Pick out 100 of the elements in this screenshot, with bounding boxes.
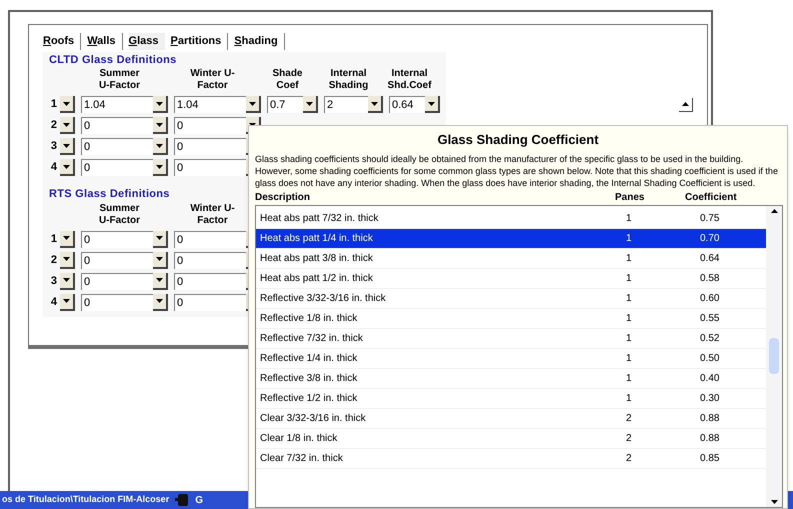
dropdown-button[interactable]	[60, 138, 75, 155]
combo-field[interactable]: 1.04	[174, 96, 246, 113]
combo-field[interactable]: 0	[81, 252, 153, 268]
dropdown-button[interactable]	[153, 138, 168, 155]
panes-cell-text: 1	[626, 272, 633, 286]
list-row[interactable]: Heat abs patt 1/4 in. thick 1 0.70	[256, 228, 766, 248]
column-header: Summer U-Factor	[98, 202, 142, 226]
dropdown-button[interactable]	[246, 96, 261, 113]
tab[interactable]: Glass	[128, 33, 165, 50]
combo-field[interactable]: 0	[81, 272, 153, 290]
combo-field[interactable]: 2	[324, 96, 368, 113]
dropdown-button[interactable]	[60, 230, 75, 248]
dropdown-button[interactable]	[153, 272, 168, 290]
popup-title: Glass Shading Coefficient	[436, 131, 600, 149]
tab[interactable]: Roofs	[43, 33, 82, 50]
coefficient-cell-text: 0.52	[700, 332, 720, 346]
dropdown-button[interactable]	[153, 159, 168, 176]
down-arrow-icon	[371, 102, 378, 106]
down-arrow-icon	[63, 144, 70, 148]
coefficient-cell-text: 0.30	[700, 392, 720, 406]
list-row[interactable]: Heat abs patt 3/8 in. thick 1 0.64	[256, 248, 766, 268]
down-arrow-icon	[63, 278, 70, 282]
section-title: CLTD Glass Definitions	[49, 52, 176, 68]
row-number: 2	[50, 118, 57, 134]
dropdown-button[interactable]	[153, 230, 168, 248]
down-arrow-icon	[63, 102, 70, 106]
tab[interactable]: Partitions	[170, 33, 228, 50]
combo-field[interactable]: 0	[174, 252, 246, 268]
combo-field[interactable]: 0	[174, 294, 246, 310]
panes-cell-text: 1	[626, 232, 633, 246]
taskbar-item[interactable]: G	[195, 492, 203, 508]
taskbar-path[interactable]: os de Titulacion\Titulacion FIM-Alcoser	[2, 493, 170, 507]
down-arrow-icon	[63, 164, 70, 168]
combo-field[interactable]: 0	[81, 294, 153, 310]
combo-field[interactable]: 0	[81, 117, 153, 134]
list-row[interactable]: Reflective 1/4 in. thick 1 0.50	[256, 348, 766, 368]
coefficient-cell-text: 0.60	[700, 292, 720, 306]
description-cell-text: Reflective 3/32-3/16 in. thick	[260, 292, 387, 306]
scroll-up-button[interactable]	[679, 98, 693, 112]
list-row[interactable]: Reflective 3/8 in. thick 1 0.40	[256, 368, 766, 388]
combo-field[interactable]: 0	[81, 159, 153, 176]
up-arrow-icon	[682, 102, 689, 106]
down-arrow-icon	[156, 122, 163, 126]
dropdown-button[interactable]	[60, 117, 75, 134]
combo-field[interactable]: 0	[81, 138, 153, 155]
description-cell-text: Heat abs patt 7/32 in. thick	[260, 212, 380, 226]
list-row[interactable]: Reflective 1/2 in. thick 1 0.30	[256, 388, 766, 408]
dropdown-button[interactable]	[153, 252, 168, 268]
down-arrow-icon	[428, 102, 435, 106]
program-icon[interactable]	[175, 493, 190, 507]
combo-field[interactable]: 0.64	[389, 96, 425, 113]
list-row[interactable]: Clear 7/32 in. thick 2 0.85	[256, 448, 766, 468]
panes-cell-text: 1	[626, 392, 633, 406]
dropdown-button[interactable]	[425, 96, 440, 113]
list-row[interactable]: Reflective 1/8 in. thick 1 0.55	[256, 308, 766, 328]
combo-field[interactable]: 0	[174, 138, 246, 155]
panes-cell-text: 2	[626, 412, 633, 426]
coefficient-cell-text: 0.55	[700, 312, 720, 326]
dropdown-button[interactable]	[153, 294, 168, 310]
down-arrow-icon	[156, 144, 163, 148]
tab[interactable]: Walls	[87, 33, 123, 50]
description-cell-text: Reflective 1/4 in. thick	[260, 352, 358, 366]
list-row[interactable]: Clear 3/32-3/16 in. thick 2 0.88	[256, 408, 766, 428]
panes-cell-text: 1	[626, 372, 633, 386]
coefficient-cell-text: 0.40	[700, 372, 720, 386]
description-cell-text: Clear 7/32 in. thick	[260, 452, 344, 466]
combo-field[interactable]: 0	[174, 230, 246, 248]
list-row[interactable]: Reflective 3/32-3/16 in. thick 1 0.60	[256, 288, 766, 308]
coefficient-cell-text: 0.75	[700, 212, 720, 226]
row-number: 3	[50, 139, 57, 154]
down-arrow-icon	[63, 122, 70, 126]
combo-field[interactable]: 0	[81, 230, 153, 248]
combo-field[interactable]: 0	[174, 272, 246, 290]
dropdown-button[interactable]	[60, 252, 75, 268]
coefficient-cell-text: 0.85	[700, 452, 720, 466]
dropdown-button[interactable]	[60, 272, 75, 290]
column-header: Shade Coef	[271, 68, 304, 92]
combo-field[interactable]: 0	[174, 117, 246, 134]
dropdown-button[interactable]	[60, 96, 75, 113]
scrollbar-thumb[interactable]	[769, 338, 779, 374]
dropdown-button[interactable]	[153, 117, 168, 134]
scrollbar[interactable]	[766, 206, 782, 507]
dropdown-button[interactable]	[303, 96, 318, 113]
combo-field[interactable]: 1.04	[81, 96, 153, 113]
list-row[interactable]: Heat abs patt 1/2 in. thick 1 0.58	[256, 268, 766, 288]
column-header: Winter U-Factor	[189, 202, 236, 226]
down-arrow-icon	[156, 278, 163, 282]
combo-field[interactable]: 0.7	[267, 96, 303, 113]
description-cell-text: Heat abs patt 3/8 in. thick	[260, 252, 374, 266]
dropdown-button[interactable]	[368, 96, 383, 113]
tab[interactable]: Shading	[234, 33, 285, 50]
column-header: Panes	[615, 190, 646, 204]
list-row[interactable]: Clear 1/8 in. thick 2 0.88	[256, 428, 766, 448]
dropdown-button[interactable]	[153, 96, 168, 113]
popup-description: Glass shading coefficients should ideally be obtained from the manufacturer of the specific glass to be used in the building. However, some shading coefficients for some common glass types are shown below. Note that this shading coefficient is used if the glass does not have any interior shading. When the glass does have interior shading, the Internal Shading Coefficient is used.	[255, 152, 779, 188]
dropdown-button[interactable]	[60, 159, 75, 176]
dropdown-button[interactable]	[60, 294, 75, 310]
combo-field[interactable]: 0	[174, 159, 246, 176]
description-cell-text: Clear 1/8 in. thick	[260, 432, 338, 446]
list-row[interactable]: Reflective 7/32 in. thick 1 0.52	[256, 328, 766, 348]
